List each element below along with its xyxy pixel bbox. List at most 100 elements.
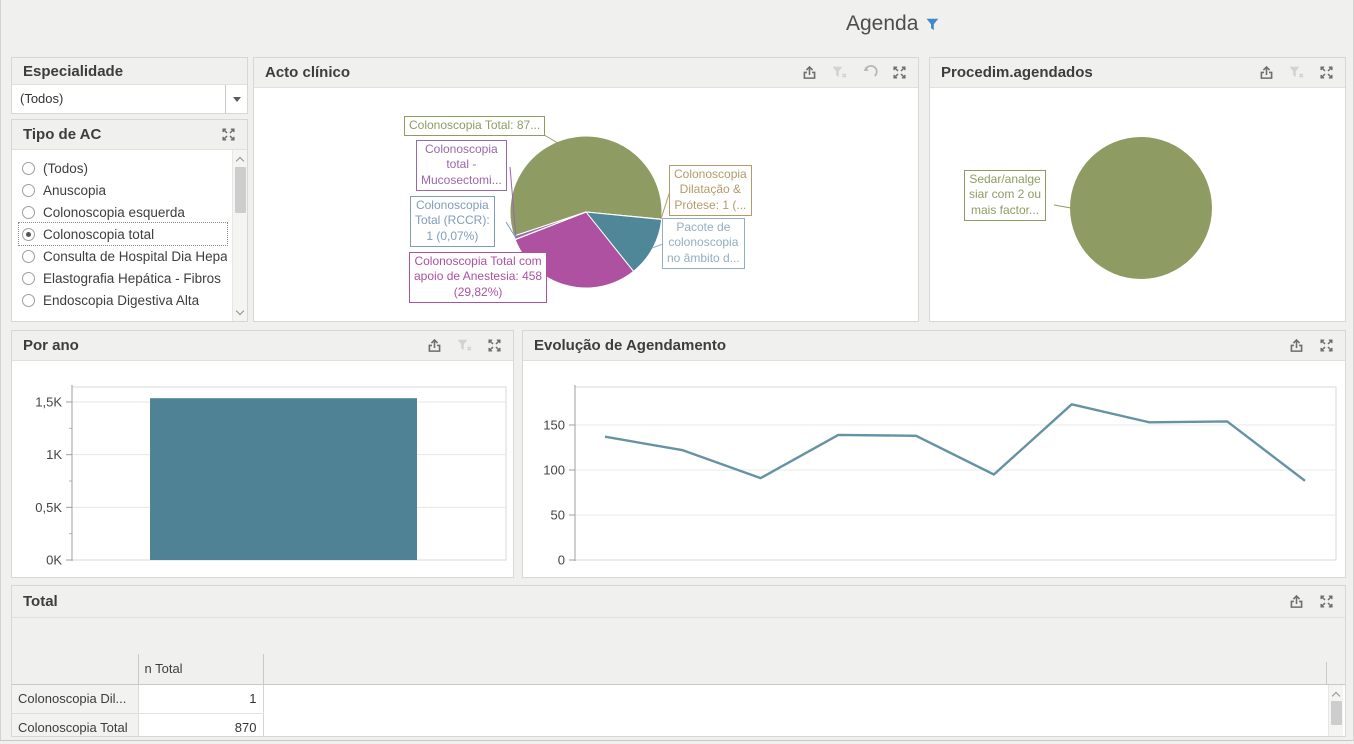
radio-icon [22,162,35,175]
pie-label[interactable]: Pacote de colonoscopia no âmbito d... [662,218,745,269]
undo-icon[interactable] [861,64,878,81]
row-label-cell[interactable]: Colonoscopia Dil... [12,684,138,713]
table-row[interactable]: Colonoscopia Dil...1 [12,684,1345,713]
combobox-value: (Todos) [12,85,225,113]
total-table: n Total Colonoscopia Dil...1Colonoscopia… [12,654,1345,736]
header-divider [1326,662,1327,685]
export-icon[interactable] [1288,593,1305,610]
especialidade-combobox[interactable]: (Todos) [12,85,247,113]
bar[interactable] [150,398,417,560]
line-series[interactable] [605,404,1305,481]
y-tick-label: 0K [46,553,62,568]
filter-icon[interactable] [926,13,939,37]
row-value-cell[interactable]: 870 [138,713,263,736]
panel-acto-clinico: Acto clínico Colonoscopia Total: 87... C… [253,57,919,322]
pie-chart[interactable] [254,88,918,321]
scrollbar-thumb[interactable] [235,167,246,213]
row-value-cell[interactable]: 1 [138,684,263,713]
maximize-icon[interactable] [486,337,503,354]
panel-tipo-de-ac: Tipo de AC (Todos) Anuscopia Colonoscopia … [11,119,248,322]
table-header-row: n Total [12,654,1345,684]
radio-icon [22,228,35,241]
radio-item-label: Consulta de Hospital Dia Hepa [43,249,227,264]
export-icon[interactable] [801,64,818,81]
panel-total-header: Total [12,586,1345,618]
maximize-icon[interactable] [891,64,908,81]
panel-por-ano-header: Por ano [12,331,513,361]
page-title: Agenda [846,12,918,36]
panel-acto-clinico-header: Acto clínico [254,58,918,88]
export-icon[interactable] [1288,337,1305,354]
pie-label[interactable]: Colonoscopia Dilatação & Prótese: 1 (... [669,165,752,216]
scrollbar[interactable] [232,150,247,321]
radio-item-label: Colonoscopia esquerda [43,205,185,220]
radio-item[interactable]: Colonoscopia esquerda [19,201,227,223]
export-icon[interactable] [426,337,443,354]
dropdown-arrow-icon [233,97,241,102]
row-filler-cell [263,684,1345,713]
table-header-cell[interactable]: n Total [138,654,263,684]
y-tick-label: 0,5K [35,500,62,515]
radio-item[interactable]: Anuscopia [19,179,227,201]
clear-filter-icon[interactable] [456,337,473,354]
panel-procedim-header: Procedim.agendados [930,58,1345,88]
pie-slice[interactable] [1070,137,1212,279]
panel-title: Procedim.agendados [941,64,1258,81]
y-tick-label: 1K [46,447,62,462]
radio-item-label: Elastografia Hepática - Fibros [43,271,221,286]
panel-especialidade: Especialidade (Todos) [11,57,248,114]
scrollbar-up-button[interactable] [233,152,247,166]
maximize-icon[interactable] [1318,593,1335,610]
dashboard-surface: Agenda Especialidade (Todos) Tipo de AC … [0,0,1354,741]
clear-filter-icon[interactable] [831,64,848,81]
radio-item[interactable]: (Todos) [19,157,227,179]
scrollbar[interactable] [1328,685,1343,736]
panel-evolucao-header: Evolução de Agendamento [523,331,1345,361]
pie-label[interactable]: Colonoscopia Total com apoio de Anestesi… [409,252,547,303]
maximize-icon[interactable] [220,126,237,143]
maximize-icon[interactable] [1318,64,1335,81]
radio-list: (Todos) Anuscopia Colonoscopia esquerda Col… [12,150,247,321]
y-tick-label: 150 [543,418,565,433]
line-chart[interactable]: 0 50 100 150 [523,361,1345,577]
radio-item[interactable]: Endoscopia Digestiva Alta [19,289,227,311]
y-tick-label: 100 [543,463,565,478]
panel-title: Evolução de Agendamento [534,337,1288,354]
maximize-icon[interactable] [1318,337,1335,354]
pie-label[interactable]: Colonoscopia Total: 87... [404,116,545,136]
combobox-dropdown-button[interactable] [225,85,247,113]
radio-icon [22,184,35,197]
radio-item[interactable]: Colonoscopia total [19,223,227,245]
pie-label[interactable]: Colonoscopia total - Mucosectomi... [416,140,507,191]
pie-label[interactable]: Colonoscopia Total (RCCR): 1 (0,07%) [410,196,495,247]
radio-item[interactable]: Consulta de Hospital Dia Hepa [19,245,227,267]
radio-icon [22,294,35,307]
row-filler-cell [263,713,1345,736]
panel-title: Especialidade [23,63,237,80]
panel-tipo-de-ac-header: Tipo de AC [12,120,247,150]
y-tick-label: 50 [551,508,565,523]
row-label-cell[interactable]: Colonoscopia Total [12,713,138,736]
panel-title: Tipo de AC [23,126,220,143]
table-header-cell[interactable] [12,654,138,684]
scrollbar-down-button[interactable] [233,305,247,319]
panel-title: Acto clínico [265,64,801,81]
y-tick-label: 0 [558,553,565,568]
y-tick-label: 1,5K [35,395,62,410]
clear-filter-icon[interactable] [1288,64,1305,81]
radio-icon [22,272,35,285]
panel-por-ano: Por ano 0K 0,5K 1K 1,5K [11,330,514,578]
panel-evolucao: Evolução de Agendamento 0 50 100 150 [522,330,1346,578]
table-row[interactable]: Colonoscopia Total870 [12,713,1345,736]
pie-label[interactable]: Sedar/analge siar com 2 ou mais factor..… [964,170,1046,221]
panel-especialidade-header: Especialidade [12,58,247,85]
radio-item-label: (Todos) [43,161,88,176]
callout-connector [1054,205,1071,208]
radio-item-label: Endoscopia Digestiva Alta [43,293,199,308]
panel-title: Por ano [23,337,426,354]
bar-chart[interactable]: 0K 0,5K 1K 1,5K [12,361,513,577]
radio-item[interactable]: Elastografia Hepática - Fibros [19,267,227,289]
scrollbar-up-button[interactable] [1329,687,1343,701]
scrollbar-thumb[interactable] [1331,701,1342,725]
export-icon[interactable] [1258,64,1275,81]
